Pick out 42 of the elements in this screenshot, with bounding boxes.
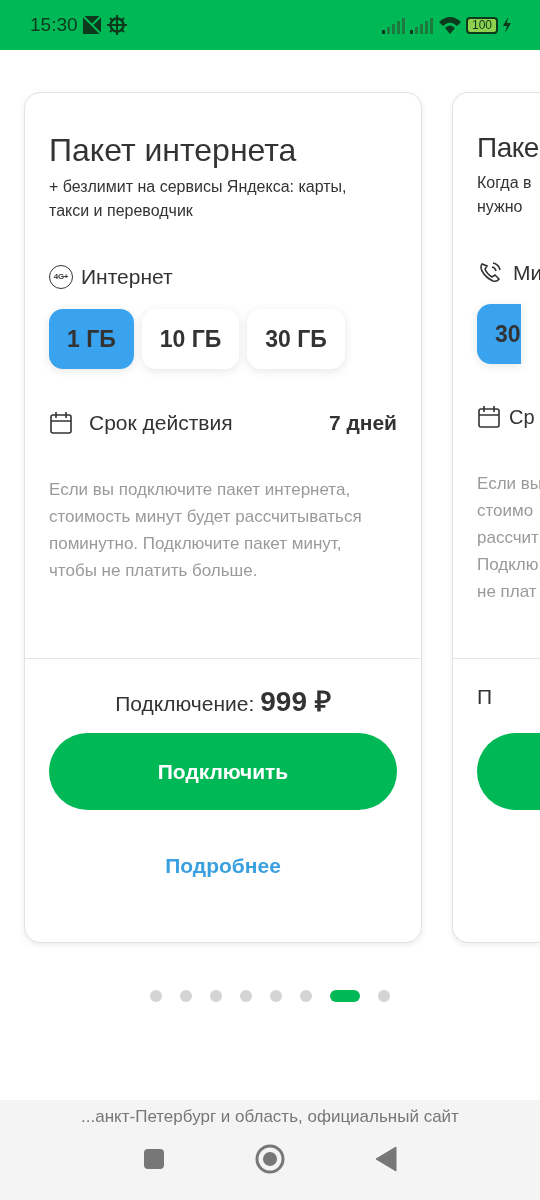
home-button[interactable]: [255, 1143, 285, 1174]
signal-icon: [382, 16, 406, 34]
recents-button[interactable]: [143, 1147, 165, 1170]
page-dot[interactable]: [210, 990, 222, 1002]
details-link[interactable]: Подробнее: [165, 850, 281, 882]
page-dot[interactable]: [240, 990, 252, 1002]
volume-option[interactable]: 10 ГБ: [141, 308, 240, 369]
page-dot[interactable]: [300, 990, 312, 1002]
page-dot[interactable]: [378, 990, 390, 1002]
card-description: Если вы подключите пакет интернета, стоимость минут будет рассчитываться поминутно. Подключите пакет минут, чтобы не платить больше.: [49, 479, 363, 583]
calendar-icon: [49, 410, 73, 435]
clock: 15:30: [30, 12, 78, 37]
page-dot[interactable]: [270, 990, 282, 1002]
charging-icon: [502, 17, 512, 33]
card-description: Если вы стоимо рассчит Подклю не плат: [477, 473, 540, 604]
page-url: ...анкт-Петербург и область, официальный сайт: [80, 1106, 460, 1128]
wifi-icon: [438, 15, 462, 35]
volume-option[interactable]: 30: [477, 304, 521, 365]
period-label: Срок действия: [89, 409, 233, 436]
price-label: Подключение:: [115, 691, 255, 717]
calendar-icon: [477, 405, 501, 430]
section-label: Интернет: [81, 264, 173, 291]
signal-icon: [410, 16, 434, 34]
card-title: Паке: [477, 131, 540, 165]
back-button[interactable]: [375, 1145, 397, 1172]
image-notification-icon: [81, 15, 102, 35]
price-value: 999 ₽: [260, 685, 331, 719]
card-subtitle: Когда в нужно: [477, 172, 533, 217]
battery-icon: 100: [466, 16, 498, 34]
volume-option[interactable]: 1 ГБ: [49, 308, 134, 369]
connect-button[interactable]: [477, 733, 540, 810]
page-dot[interactable]: [180, 990, 192, 1002]
card-title: Пакет интернета: [49, 131, 298, 170]
price-label: П: [477, 684, 493, 710]
card-subtitle: + безлимит на сервисы Яндекса: карты, такси и переводчик: [49, 177, 348, 222]
page-dot[interactable]: [150, 990, 162, 1002]
period-label: Ср: [509, 405, 535, 431]
period-value: 7 дней: [328, 409, 397, 436]
gear-icon: [105, 14, 128, 36]
section-label: Ми: [513, 259, 540, 286]
connect-button[interactable]: Подключить: [49, 733, 397, 810]
volume-option[interactable]: 30 ГБ: [247, 308, 345, 369]
